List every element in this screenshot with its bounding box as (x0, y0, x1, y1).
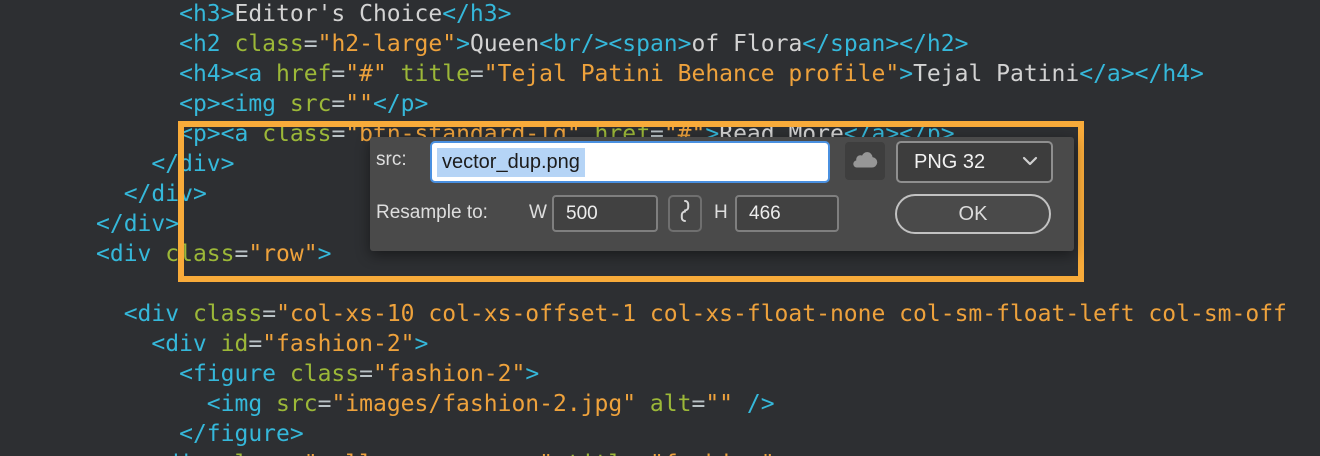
format-dropdown[interactable]: PNG 32 (896, 141, 1053, 183)
src-input-selected-text: vector_dup.png (437, 147, 585, 177)
code-line: <h2 class="h2-large">Queen<br/><span>of … (179, 31, 969, 57)
height-input[interactable]: 466 (735, 195, 839, 232)
code-line: <div id="fashion-2"> (151, 331, 429, 357)
height-label: H (714, 202, 728, 223)
link-dimensions-button[interactable] (668, 195, 702, 232)
code-line: </figure> (179, 421, 304, 447)
cloud-icon (852, 150, 878, 173)
cloud-upload-button[interactable] (845, 142, 885, 180)
chevron-down-icon (1022, 153, 1051, 171)
src-label: src: (376, 149, 407, 170)
link-icon (678, 199, 692, 228)
editor-screen: <h3>Editor's Choice</h3> <h2 class="h2-l… (0, 0, 1320, 456)
resample-label: Resample to: (376, 202, 488, 223)
image-properties-dialog: src: vector_dup.png PNG 32 Resample to: … (370, 137, 1074, 251)
code-line: <h3>Editor's Choice</h3> (179, 1, 512, 27)
code-line: <div class="col-xs-10 col-xs-offset-1 co… (123, 301, 1287, 327)
code-line: <img src="images/fashion-2.jpg" alt="" /… (206, 391, 775, 417)
ok-button[interactable]: OK (895, 194, 1051, 234)
ok-button-label: OK (958, 202, 988, 225)
width-input-value: 500 (566, 202, 598, 224)
code-line: <figure class="fashion-2"> (179, 361, 540, 387)
width-input[interactable]: 500 (552, 195, 658, 232)
width-label: W (529, 202, 547, 223)
format-dropdown-value: PNG 32 (914, 150, 986, 173)
code-line: <p><img src=""</p> (179, 91, 429, 117)
code-line: <div class="gallery-name wow" title="fas… (96, 449, 1287, 456)
height-input-value: 466 (749, 202, 781, 224)
src-input[interactable]: vector_dup.png (430, 141, 830, 183)
code-line: <h4><a href="#" title="Tejal Patini Beha… (179, 61, 1204, 87)
